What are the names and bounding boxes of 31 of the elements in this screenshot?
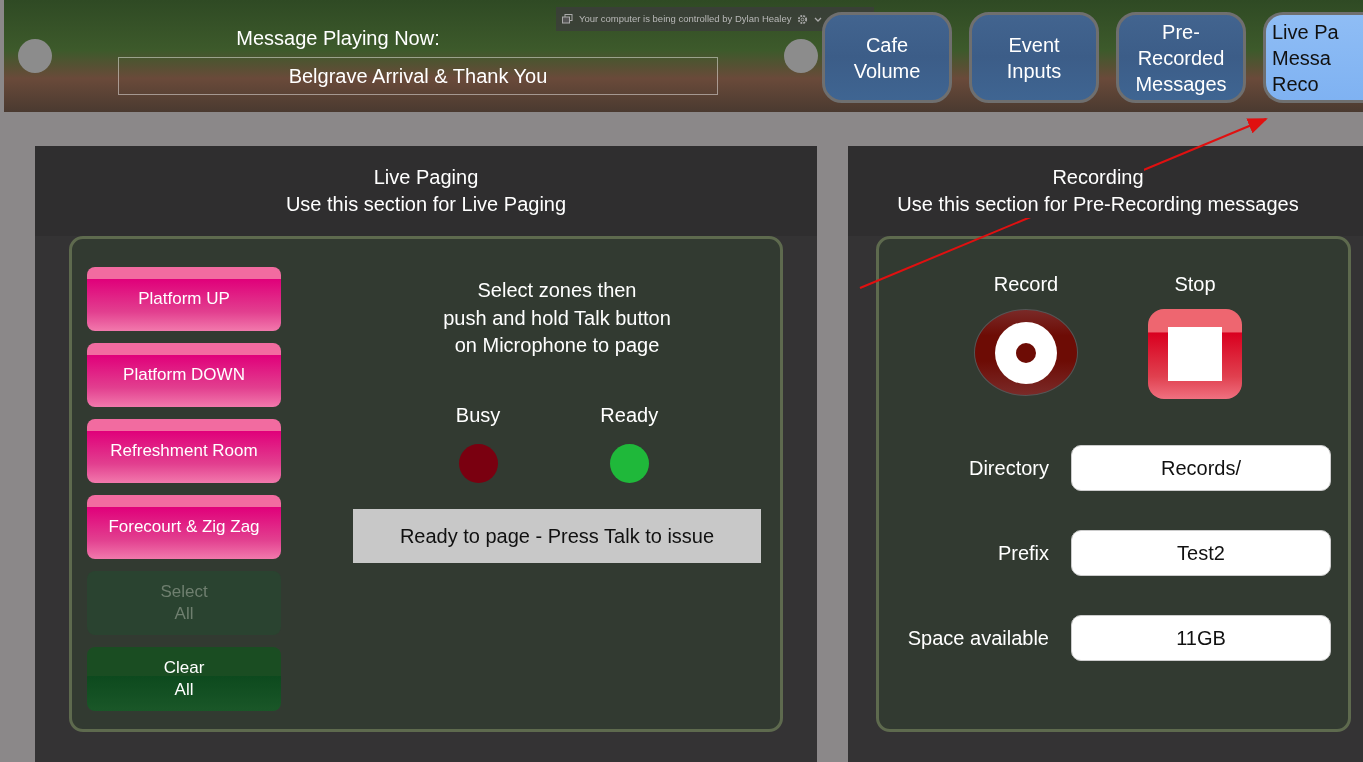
instructions-text: Select zones then push and hold Talk button on Microphone to page <box>443 278 671 358</box>
settings-icon[interactable] <box>797 13 809 25</box>
control-label: Record <box>993 272 1059 297</box>
action-button[interactable]: Clear All <box>87 647 281 711</box>
indicator-label: Ready <box>600 402 659 428</box>
zone-button[interactable]: Platform DOWN <box>87 343 281 407</box>
tab-button[interactable]: Event Inputs <box>969 12 1099 103</box>
zone-button[interactable]: Refreshment Room <box>87 419 281 483</box>
windows-icon <box>562 14 573 24</box>
stop-icon <box>1168 327 1222 381</box>
stop-button[interactable] <box>1148 309 1242 399</box>
input-field[interactable]: Test2 <box>1071 530 1331 576</box>
zone-button[interactable]: Platform UP <box>87 267 281 331</box>
tab-button[interactable]: Cafe Volume <box>822 12 952 103</box>
field-label: Space available <box>906 626 1049 651</box>
control-label: Stop <box>1174 272 1216 297</box>
record-icon <box>995 321 1057 384</box>
indicator-label: Busy <box>455 402 501 428</box>
tab-button[interactable]: Live Pa Messa Reco <box>1263 12 1363 103</box>
tab-button[interactable]: Pre- Recorded Messages <box>1116 12 1246 103</box>
chevron-down-icon[interactable] <box>814 16 823 22</box>
now-playing-label: Message Playing Now: <box>236 26 440 51</box>
input-field[interactable]: 11GB <box>1071 615 1331 661</box>
field-label: Prefix <box>996 541 1049 566</box>
zone-button[interactable]: Forecourt & Zig Zag <box>87 495 281 559</box>
remote-control-notice: Your computer is being controlled by Dylan Healey <box>579 11 792 26</box>
field-label: Directory <box>968 456 1049 481</box>
panel-subtitle: Use this section for Pre-Recording messages <box>897 191 1299 218</box>
now-playing-field: Belgrave Arrival & Thank You <box>118 57 718 95</box>
input-field[interactable]: Records/ <box>1071 445 1331 491</box>
status-message: Ready to page - Press Talk to issue <box>353 508 761 563</box>
